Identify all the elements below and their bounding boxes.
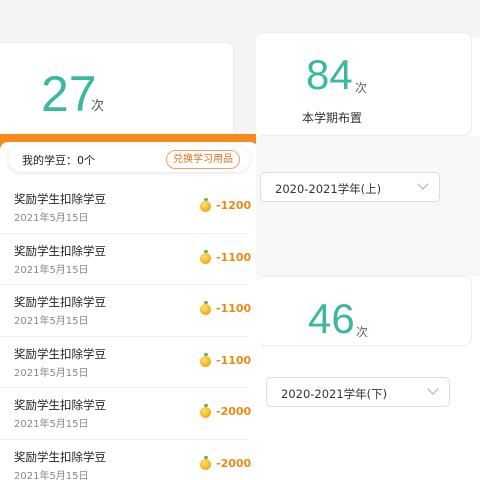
record-date: 2021年5月15日 xyxy=(14,213,89,224)
assignment-stats-screen: 84 次 本学期布置 2020-2021学年(上) 46 次 2020-2021… xyxy=(256,0,480,480)
record-amount: -1100 xyxy=(216,353,252,367)
record-date: 2021年5月15日 xyxy=(14,367,89,379)
semester-caption: 本学期布置 xyxy=(302,111,363,125)
list-item[interactable]: 奖励学生扣除学豆 2021年5月15日 -2000 xyxy=(0,440,252,480)
list-item[interactable]: 奖励学生扣除学豆 2021年5月15日 -1100 xyxy=(0,337,252,388)
term-select-first[interactable]: 2020-2021学年(上) xyxy=(260,172,440,202)
list-item[interactable]: 奖励学生扣除学豆 2021年5月15日 -1200 xyxy=(0,182,252,234)
coin-icon xyxy=(200,301,211,315)
record-title: 奖励学生扣除学豆 xyxy=(14,192,106,206)
semester-count: 84 xyxy=(306,51,353,98)
record-amount: -1100 xyxy=(216,250,252,264)
record-title: 奖励学生扣除学豆 xyxy=(14,346,106,361)
count-unit: 次 xyxy=(356,325,369,339)
coin-icon xyxy=(200,352,211,367)
bean-record-screen: 27 次 我的学豆：0个 兑换学习用品 奖励学生扣除学豆 2021年5月15日 … xyxy=(0,0,258,480)
homework-count: 27 xyxy=(41,66,97,122)
record-amount: -2000 xyxy=(216,405,252,418)
coin-icon xyxy=(200,404,211,418)
record-title: 奖励学生扣除学豆 xyxy=(14,398,106,412)
list-item[interactable]: 奖励学生扣除学豆 2021年5月15日 -1100 xyxy=(0,234,252,285)
record-amount: -1100 xyxy=(216,302,252,315)
record-amount: -2000 xyxy=(216,456,252,470)
term-count: 46 xyxy=(308,295,355,342)
record-amount: -1200 xyxy=(216,199,252,212)
list-item[interactable]: 奖励学生扣除学豆 2021年5月15日 -1100 xyxy=(0,285,252,337)
record-date: 2021年5月15日 xyxy=(14,419,89,430)
semester-count-card: 84 次 本学期布置 xyxy=(256,32,472,136)
term-select-value: 2020-2021学年(下) xyxy=(281,387,388,401)
coin-icon xyxy=(200,198,211,212)
record-title: 奖励学生扣除学豆 xyxy=(14,449,106,464)
term-select-value: 2020-2021学年(上) xyxy=(275,182,382,196)
coin-icon xyxy=(200,455,211,470)
chevron-down-icon xyxy=(427,383,439,395)
bean-balance-label: 我的学豆：0个 xyxy=(22,154,95,167)
count-unit: 次 xyxy=(355,81,368,95)
count-unit: 次 xyxy=(91,99,105,114)
coin-icon xyxy=(200,249,211,264)
bean-balance-bar: 我的学豆：0个 兑换学习用品 xyxy=(8,146,250,172)
record-title: 奖励学生扣除学豆 xyxy=(14,243,106,258)
list-item[interactable]: 奖励学生扣除学豆 2021年5月15日 -2000 xyxy=(0,388,252,440)
record-date: 2021年5月15日 xyxy=(14,316,89,327)
record-title: 奖励学生扣除学豆 xyxy=(14,295,106,309)
record-date: 2021年5月15日 xyxy=(14,264,89,276)
bean-record-list: 奖励学生扣除学豆 2021年5月15日 -1200 奖励学生扣除学豆 2021年… xyxy=(0,182,258,480)
filter-band xyxy=(256,136,480,276)
exchange-supplies-button[interactable]: 兑换学习用品 xyxy=(166,150,240,169)
term-count-card: 46 次 xyxy=(256,276,472,346)
chevron-down-icon xyxy=(417,178,429,190)
term-select-second[interactable]: 2020-2021学年(下) xyxy=(266,377,450,407)
record-date: 2021年5月15日 xyxy=(14,470,89,480)
